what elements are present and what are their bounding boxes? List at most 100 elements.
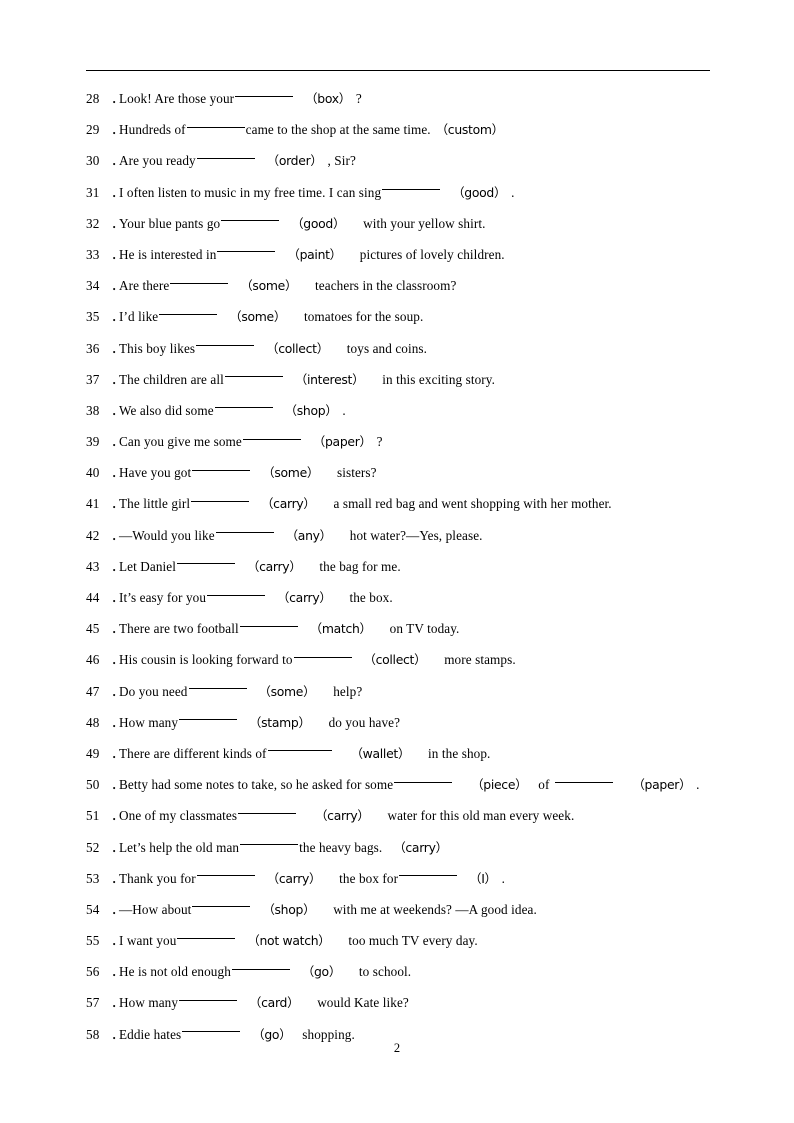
- answer-blank[interactable]: [555, 769, 614, 783]
- number-separator: ．: [111, 496, 125, 512]
- answer-blank[interactable]: [382, 177, 441, 191]
- sentence-text: a small red bag and went shopping with h…: [333, 496, 612, 512]
- answer-blank[interactable]: [177, 925, 236, 939]
- word-cue: （paper）: [632, 777, 692, 793]
- answer-blank[interactable]: [235, 83, 294, 97]
- number-separator: ．: [111, 558, 125, 574]
- answer-blank[interactable]: [399, 863, 458, 877]
- sentence-text: in this exciting story.: [382, 371, 496, 387]
- sentence-text: Are there: [119, 278, 170, 294]
- answer-blank[interactable]: [179, 707, 238, 721]
- sentence-text: do you have?: [328, 714, 401, 730]
- exercise-item: 38 ．We also did some （shop） .: [86, 395, 726, 426]
- answer-blank[interactable]: [196, 145, 255, 159]
- sentence-text: the box for: [339, 870, 399, 886]
- answer-blank[interactable]: [394, 769, 453, 783]
- sentence-text: Look! Are those your: [119, 91, 235, 106]
- answer-blank[interactable]: [179, 987, 238, 1001]
- answer-blank[interactable]: [239, 613, 298, 627]
- word-cue: （carry）: [247, 558, 302, 574]
- word-cue: （collect）: [363, 652, 427, 668]
- exercise-item: 34 ．Are there （some） teachers in the clas…: [86, 270, 726, 301]
- exercise-item: 31 ．I often listen to music in my free ti…: [86, 177, 726, 208]
- word-cue: （any）: [285, 527, 332, 543]
- answer-blank[interactable]: [240, 832, 299, 846]
- sentence-text: —Would you like: [119, 527, 215, 543]
- exercise-number: 50: [86, 777, 100, 793]
- answer-blank[interactable]: [170, 270, 229, 284]
- word-cue: （go）: [252, 1026, 292, 1042]
- number-separator: ．: [111, 371, 125, 387]
- answer-blank[interactable]: [231, 956, 290, 970]
- exercise-item: 56 ．He is not old enough （go） to school.: [86, 956, 726, 987]
- number-separator: ．: [111, 527, 125, 543]
- exercise-item: 29 ．Hundreds of came to the shop at the s…: [86, 114, 726, 145]
- number-separator: ．: [111, 964, 125, 980]
- word-cue: （stamp）: [249, 714, 311, 730]
- exercise-number: 29: [86, 122, 100, 138]
- sentence-text: I often listen to music in my free time.…: [119, 184, 382, 200]
- answer-blank[interactable]: [188, 676, 247, 690]
- answer-blank[interactable]: [192, 457, 251, 471]
- sentence-text: Hundreds of: [119, 122, 186, 138]
- answer-blank[interactable]: [192, 894, 251, 908]
- word-cue: （carry）: [315, 808, 370, 824]
- answer-blank[interactable]: [293, 644, 352, 658]
- word-cue: （paint）: [287, 246, 342, 262]
- word-cue: （carry）: [266, 870, 322, 886]
- number-separator: ．: [111, 839, 125, 855]
- answer-blank[interactable]: [177, 551, 236, 565]
- exercise-number: 31: [86, 184, 100, 200]
- exercise-number: 42: [86, 527, 100, 543]
- answer-blank[interactable]: [221, 208, 280, 222]
- answer-blank[interactable]: [196, 863, 255, 877]
- answer-blank[interactable]: [214, 395, 273, 409]
- exercise-number: 48: [86, 714, 100, 730]
- sentence-text: sisters?: [336, 465, 377, 481]
- answer-blank[interactable]: [238, 800, 297, 814]
- word-cue: （I）: [469, 870, 497, 886]
- answer-blank[interactable]: [207, 582, 266, 596]
- sentence-text: , Sir?: [327, 153, 356, 169]
- answer-blank[interactable]: [191, 488, 250, 502]
- word-cue: （good）: [291, 215, 346, 231]
- answer-blank[interactable]: [217, 239, 276, 253]
- sentence-text: Eddie hates: [119, 1026, 182, 1042]
- sentence-text: .: [501, 870, 506, 886]
- exercise-item: 30 ．Are you ready （order） , Sir?: [86, 145, 726, 176]
- answer-blank[interactable]: [159, 301, 218, 315]
- sentence-text: shopping.: [302, 1026, 355, 1042]
- answer-blank[interactable]: [242, 426, 301, 440]
- sentence-text: Let’s help the old man: [119, 839, 240, 855]
- answer-blank[interactable]: [215, 520, 274, 534]
- answer-blank[interactable]: [182, 1019, 241, 1033]
- answer-blank[interactable]: [224, 364, 283, 378]
- word-cue: （carry）: [277, 590, 332, 605]
- number-separator: ．: [111, 215, 125, 231]
- sentence-text: teachers in the classroom?: [315, 278, 457, 294]
- number-separator: ．: [111, 652, 125, 668]
- answer-blank[interactable]: [196, 333, 255, 347]
- sentence-text: to school.: [358, 964, 412, 980]
- answer-blank[interactable]: [186, 114, 245, 128]
- sentence-text: more stamps.: [444, 652, 516, 668]
- sentence-text: Have you got: [119, 465, 192, 481]
- word-cue: （piece）: [471, 777, 528, 793]
- sentence-text: I want you: [119, 933, 177, 949]
- answer-blank[interactable]: [267, 738, 332, 752]
- exercise-number: 30: [86, 153, 100, 169]
